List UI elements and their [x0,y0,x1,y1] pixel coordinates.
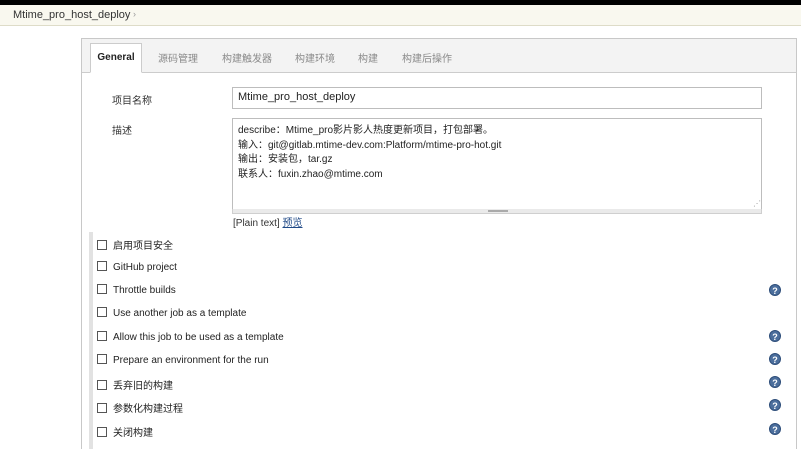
description-line: 联系人：fuxin.zhao@mtime.com [238,168,383,180]
option-prepare-environment[interactable]: Prepare an environment for the run [97,354,269,368]
help-icon[interactable]: ? [769,330,781,342]
description-line: 输出：安装包，tar.gz [238,154,333,165]
checkbox[interactable] [97,427,107,437]
grip-knob-icon [488,210,508,212]
option-discard-old-builds[interactable]: 丢弃旧的构建 [97,377,173,392]
option-label: Allow this job to be used as a template [113,332,284,343]
help-icon[interactable]: ? [769,399,781,411]
tab-build-triggers[interactable]: 构建触发器 [222,50,272,65]
option-use-template[interactable]: Use another job as a template [97,307,246,321]
preview-link[interactable]: 预览 [282,218,302,229]
option-label: 参数化构建过程 [113,404,183,415]
description-line: 输入：git@gitlab.mtime-dev.com:Platform/mti… [238,139,502,151]
help-icon[interactable]: ? [769,353,781,365]
option-allow-template[interactable]: Allow this job to be used as a template [97,331,284,345]
option-label: 关闭构建 [113,428,153,439]
project-name-label: 项目名称 [112,96,152,107]
tab-build-environment[interactable]: 构建环境 [295,50,335,65]
textarea-resize-handle[interactable] [232,209,762,214]
checkbox[interactable] [97,240,107,250]
resize-corner-icon[interactable]: ⋰ [753,199,761,208]
breadcrumb-arrow-icon[interactable]: › [133,9,136,19]
plain-text-label: [Plain text] [233,218,280,229]
help-icon[interactable]: ? [769,284,781,296]
breadcrumb: Mtime_pro_host_deploy › [0,5,801,26]
description-label: 描述 [112,126,132,137]
options-stripe [89,232,93,449]
tab-strip: General 源码管理 构建触发器 构建环境 构建 构建后操作 [82,39,796,73]
checkbox[interactable] [97,403,107,413]
help-icon[interactable]: ? [769,376,781,388]
checkbox[interactable] [97,284,107,294]
option-label: GitHub project [113,262,177,273]
option-label: Throttle builds [113,285,176,296]
checkbox[interactable] [97,331,107,341]
option-label: 启用项目安全 [113,241,173,252]
breadcrumb-job-link[interactable]: Mtime_pro_host_deploy [13,9,130,21]
checkbox[interactable] [97,307,107,317]
help-icon[interactable]: ? [769,423,781,435]
checkbox[interactable] [97,380,107,390]
checkbox[interactable] [97,354,107,364]
option-parameterized-build[interactable]: 参数化构建过程 [97,400,183,415]
tab-source-control[interactable]: 源码管理 [158,50,198,65]
option-label: Prepare an environment for the run [113,355,269,366]
description-line: describe：Mtime_pro影片影人热度更新项目，打包部署。 [238,125,494,136]
option-label: 丢弃旧的构建 [113,381,173,392]
project-name-input[interactable]: Mtime_pro_host_deploy [232,87,762,109]
option-github-project[interactable]: GitHub project [97,261,177,275]
option-enable-project-security[interactable]: 启用项目安全 [97,237,173,252]
tab-general[interactable]: General [90,43,142,73]
tab-build[interactable]: 构建 [358,50,378,65]
description-textarea[interactable]: describe：Mtime_pro影片影人热度更新项目，打包部署。 输入：gi… [232,118,762,212]
option-disable-build[interactable]: 关闭构建 [97,424,153,439]
option-throttle-builds[interactable]: Throttle builds [97,284,176,298]
description-format-hint: [Plain text] 预览 [233,214,302,229]
checkbox[interactable] [97,261,107,271]
option-label: Use another job as a template [113,308,247,319]
tab-post-build[interactable]: 构建后操作 [402,50,452,65]
